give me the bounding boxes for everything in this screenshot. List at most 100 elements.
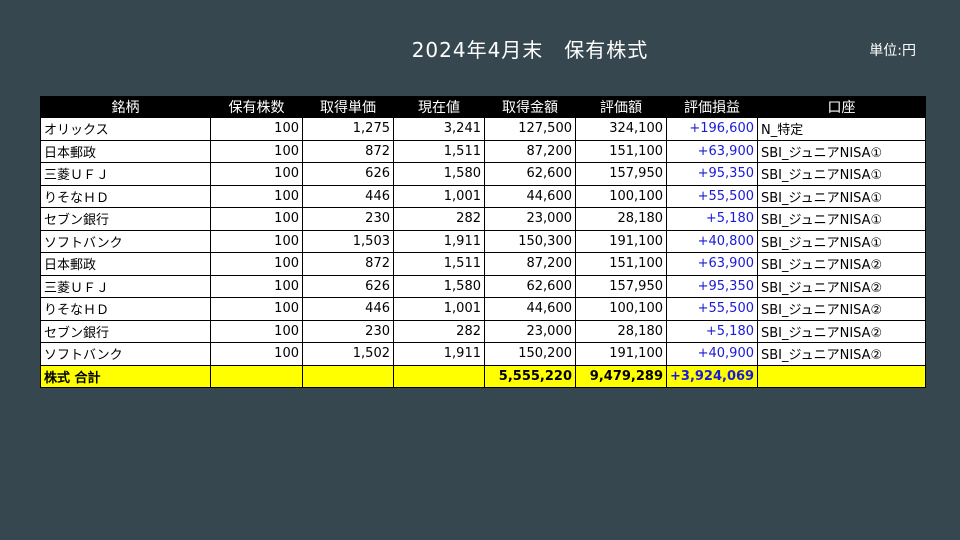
table-row: 日本郵政 100 872 1,511 87,200 151,100 +63,900 SBI_ジ… bbox=[40, 252, 926, 276]
cell-col-current-price: 1,001 bbox=[393, 184, 485, 208]
cell-col-account: SBI_ジュニアNISA② bbox=[757, 319, 926, 343]
cell-col-stock: りそなＨＤ bbox=[40, 184, 211, 208]
table-row: 三菱ＵＦＪ 100 626 1,580 62,600 157,950 +95,350 SBI_… bbox=[40, 274, 926, 298]
table-row: 日本郵政 100 872 1,511 87,200 151,100 +63,900 SBI_ジ… bbox=[40, 139, 926, 163]
total-row: 株式 合計 5,555,220 9,479,289 +3,924,069 bbox=[40, 364, 926, 388]
cell-col-gain-loss: +5,180 bbox=[666, 207, 758, 231]
cell-col-shares: 100 bbox=[210, 207, 303, 231]
cell-col-cost-amount: 62,600 bbox=[484, 274, 576, 298]
cell-col-valuation: 324,100 bbox=[575, 117, 667, 141]
cell-col-shares: 100 bbox=[210, 252, 303, 276]
cell-col-gain-loss: +63,900 bbox=[666, 139, 758, 163]
table-body: オリックス 100 1,275 3,241 127,500 324,100 +196,600… bbox=[40, 117, 926, 388]
total-col-valuation: 9,479,289 bbox=[575, 364, 667, 388]
cell-col-gain-loss: +55,500 bbox=[666, 297, 758, 321]
cell-col-cost-amount: 150,200 bbox=[484, 342, 576, 366]
cell-col-valuation: 100,100 bbox=[575, 297, 667, 321]
cell-col-valuation: 151,100 bbox=[575, 252, 667, 276]
cell-col-gain-loss: +40,800 bbox=[666, 229, 758, 253]
cell-col-gain-loss: +63,900 bbox=[666, 252, 758, 276]
cell-col-gain-loss: +95,350 bbox=[666, 162, 758, 186]
cell-col-account: SBI_ジュニアNISA② bbox=[757, 274, 926, 298]
table-row: ソフトバンク 100 1,502 1,911 150,200 191,100 +40,900… bbox=[40, 342, 926, 366]
table-row: セブン銀行 100 230 282 23,000 28,180 +5,180 SBI_ジュニア… bbox=[40, 207, 926, 231]
header-col-gain-loss: 評価損益 bbox=[666, 96, 758, 118]
cell-col-current-price: 1,911 bbox=[393, 229, 485, 253]
cell-col-gain-loss: +40,900 bbox=[666, 342, 758, 366]
cell-col-valuation: 157,950 bbox=[575, 162, 667, 186]
cell-col-unit-cost: 1,503 bbox=[302, 229, 394, 253]
cell-col-unit-cost: 446 bbox=[302, 184, 394, 208]
unit-label: 単位:円 bbox=[869, 43, 916, 59]
table-header-row: 銘柄 保有株数 取得単価 現在値 取得金額 評価額 評価損益 口座 bbox=[40, 96, 926, 118]
cell-col-stock: 日本郵政 bbox=[40, 139, 211, 163]
table-row: りそなＨＤ 100 446 1,001 44,600 100,100 +55,500 SBI_… bbox=[40, 297, 926, 321]
cell-col-cost-amount: 87,200 bbox=[484, 139, 576, 163]
cell-col-stock: ソフトバンク bbox=[40, 342, 211, 366]
header-col-current-price: 現在値 bbox=[393, 96, 485, 118]
cell-col-stock: オリックス bbox=[40, 117, 211, 141]
cell-col-account: N_特定 bbox=[757, 117, 926, 141]
cell-col-account: SBI_ジュニアNISA② bbox=[757, 252, 926, 276]
cell-col-cost-amount: 87,200 bbox=[484, 252, 576, 276]
cell-col-cost-amount: 44,600 bbox=[484, 184, 576, 208]
cell-col-account: SBI_ジュニアNISA① bbox=[757, 184, 926, 208]
cell-col-stock: セブン銀行 bbox=[40, 319, 211, 343]
table-row: オリックス 100 1,275 3,241 127,500 324,100 +196,600… bbox=[40, 117, 926, 141]
header-col-unit-cost: 取得単価 bbox=[302, 96, 394, 118]
header-col-account: 口座 bbox=[757, 96, 926, 118]
cell-col-account: SBI_ジュニアNISA② bbox=[757, 342, 926, 366]
total-col-shares bbox=[210, 364, 303, 388]
cell-col-unit-cost: 230 bbox=[302, 207, 394, 231]
cell-col-stock: ソフトバンク bbox=[40, 229, 211, 253]
page-title: 2024年4月末 保有株式 bbox=[411, 38, 649, 62]
cell-col-cost-amount: 23,000 bbox=[484, 319, 576, 343]
cell-col-shares: 100 bbox=[210, 297, 303, 321]
cell-col-account: SBI_ジュニアNISA① bbox=[757, 229, 926, 253]
total-col-unit-cost bbox=[302, 364, 394, 388]
table-row: ソフトバンク 100 1,503 1,911 150,300 191,100 +40,800… bbox=[40, 229, 926, 253]
cell-col-account: SBI_ジュニアNISA① bbox=[757, 162, 926, 186]
cell-col-valuation: 28,180 bbox=[575, 319, 667, 343]
cell-col-cost-amount: 127,500 bbox=[484, 117, 576, 141]
cell-col-shares: 100 bbox=[210, 319, 303, 343]
cell-col-current-price: 1,580 bbox=[393, 162, 485, 186]
total-col-gain-loss: +3,924,069 bbox=[666, 364, 758, 388]
cell-col-account: SBI_ジュニアNISA① bbox=[757, 139, 926, 163]
cell-col-cost-amount: 62,600 bbox=[484, 162, 576, 186]
cell-col-current-price: 1,511 bbox=[393, 252, 485, 276]
header-col-cost-amount: 取得金額 bbox=[484, 96, 576, 118]
cell-col-valuation: 157,950 bbox=[575, 274, 667, 298]
cell-col-stock: 三菱ＵＦＪ bbox=[40, 274, 211, 298]
cell-col-gain-loss: +196,600 bbox=[666, 117, 758, 141]
total-col-cost-amount: 5,555,220 bbox=[484, 364, 576, 388]
cell-col-valuation: 191,100 bbox=[575, 342, 667, 366]
cell-col-shares: 100 bbox=[210, 117, 303, 141]
total-col-stock: 株式 合計 bbox=[40, 364, 211, 388]
cell-col-current-price: 282 bbox=[393, 207, 485, 231]
cell-col-valuation: 28,180 bbox=[575, 207, 667, 231]
header-col-shares: 保有株数 bbox=[210, 96, 303, 118]
cell-col-account: SBI_ジュニアNISA② bbox=[757, 297, 926, 321]
table-row: セブン銀行 100 230 282 23,000 28,180 +5,180 SBI_ジュニア… bbox=[40, 319, 926, 343]
cell-col-current-price: 1,001 bbox=[393, 297, 485, 321]
table-row: りそなＨＤ 100 446 1,001 44,600 100,100 +55,500 SBI_… bbox=[40, 184, 926, 208]
cell-col-cost-amount: 150,300 bbox=[484, 229, 576, 253]
cell-col-shares: 100 bbox=[210, 184, 303, 208]
cell-col-shares: 100 bbox=[210, 274, 303, 298]
cell-col-gain-loss: +55,500 bbox=[666, 184, 758, 208]
cell-col-shares: 100 bbox=[210, 162, 303, 186]
header-col-valuation: 評価額 bbox=[575, 96, 667, 118]
cell-col-current-price: 282 bbox=[393, 319, 485, 343]
cell-col-current-price: 3,241 bbox=[393, 117, 485, 141]
cell-col-valuation: 100,100 bbox=[575, 184, 667, 208]
cell-col-unit-cost: 1,275 bbox=[302, 117, 394, 141]
cell-col-shares: 100 bbox=[210, 342, 303, 366]
cell-col-shares: 100 bbox=[210, 229, 303, 253]
cell-col-gain-loss: +5,180 bbox=[666, 319, 758, 343]
table-row: 三菱ＵＦＪ 100 626 1,580 62,600 157,950 +95,350 SBI_… bbox=[40, 162, 926, 186]
cell-col-stock: 日本郵政 bbox=[40, 252, 211, 276]
cell-col-unit-cost: 1,502 bbox=[302, 342, 394, 366]
cell-col-stock: 三菱ＵＦＪ bbox=[40, 162, 211, 186]
cell-col-cost-amount: 44,600 bbox=[484, 297, 576, 321]
